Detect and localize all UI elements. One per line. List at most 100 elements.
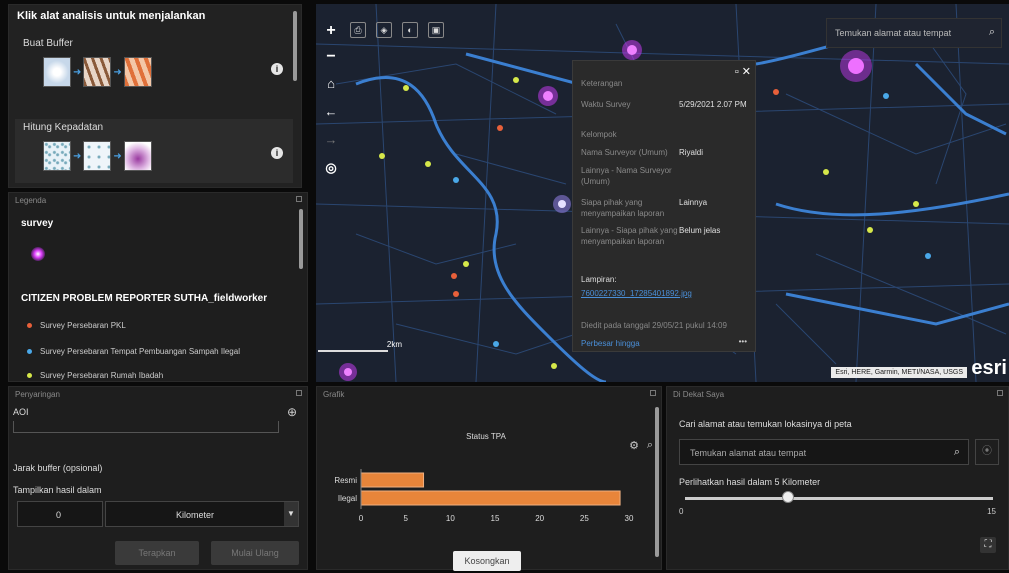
popup-value: Belum jelas — [679, 226, 721, 235]
attachment-label: Lampiran: — [581, 275, 617, 284]
x-tick-label: 10 — [446, 514, 455, 523]
arrow-icon: ➜ — [113, 66, 122, 78]
edited-info: Diedit pada tanggal 29/05/21 pukul 14:09 — [581, 321, 727, 330]
slider-min-label: 0 — [679, 507, 684, 516]
info-icon[interactable]: i — [271, 147, 283, 159]
legend-item: Survey Persebaran Tempat Pembuangan Samp… — [27, 347, 240, 356]
popup-header: Keterangan — [581, 79, 623, 88]
arrow-icon: ➜ — [73, 66, 82, 78]
analysis-heading: Klik alat analisis untuk menjalankan — [17, 10, 206, 22]
buffer-icon — [43, 57, 71, 87]
zoom-to-link[interactable]: Perbesar hingga — [581, 339, 640, 348]
near-me-search-input[interactable]: Temukan alamat atau tempat ⌕ — [679, 439, 969, 465]
bar-resmi[interactable] — [360, 472, 425, 488]
popup-key: Waktu Survey — [581, 100, 631, 109]
minimize-icon[interactable] — [296, 390, 302, 396]
apply-button[interactable]: Terapkan — [115, 541, 199, 565]
legend-item-label: Survey Persebaran Rumah Ibadah — [40, 371, 164, 380]
query-title: Penyaringan — [15, 390, 60, 399]
tool-thumbnails: ➜ ➜ — [43, 57, 152, 87]
map-search-placeholder: Temukan alamat atau tempat — [835, 28, 952, 38]
location-pin-icon[interactable]: ⦿ — [975, 439, 999, 465]
forward-arrow-icon[interactable]: → — [322, 132, 340, 147]
x-tick-label: 0 — [359, 514, 364, 523]
search-icon[interactable]: ⌕ — [989, 26, 995, 39]
blue-dot-icon — [27, 349, 32, 354]
map-view[interactable]: + − ⌂ ← → ◎ ⎙ ◈ ◐ ▣ Temukan alamat atau … — [316, 4, 1009, 382]
esri-logo: esri — [971, 357, 1007, 379]
more-icon[interactable]: ••• — [739, 337, 747, 346]
close-icon[interactable]: ▫ ✕ — [735, 65, 751, 78]
back-arrow-icon[interactable]: ← — [322, 104, 340, 119]
arrow-icon: ➜ — [113, 150, 122, 162]
locate-icon[interactable]: ◎ — [322, 160, 340, 176]
popup-value: 5/29/2021 2.07 PM — [679, 100, 747, 109]
minimize-icon[interactable] — [296, 196, 302, 202]
aoi-label: AOI — [13, 407, 29, 417]
zoom-icon[interactable]: ⌕ — [647, 439, 653, 452]
popup-key: Lainnya - Siapa pihak yang menyampaikan … — [581, 226, 678, 246]
popup-row: Lainnya - Nama Surveyor (Umum) — [581, 165, 751, 187]
x-tick-label: 15 — [491, 514, 500, 523]
map-attribution: Esri, HERE, Garmin, METI/NASA, USGS — [831, 367, 967, 378]
chart-panel: Grafik Status TPA Resmi Ilegal 0 5 10 15 20 25… — [316, 386, 662, 571]
fullscreen-icon[interactable]: ⛶ — [980, 537, 996, 553]
popup-key: Siapa pihak yang menyampaikan laporan — [581, 198, 665, 218]
clear-button[interactable]: Kosongkan — [453, 551, 521, 571]
home-icon[interactable]: ⌂ — [322, 76, 340, 91]
minimize-icon[interactable] — [997, 390, 1003, 396]
minimize-icon[interactable] — [650, 390, 656, 396]
legend-item-label: Survey Persebaran Tempat Pembuangan Samp… — [40, 347, 240, 356]
basemap-icon[interactable]: ◐ — [402, 22, 418, 38]
buffer-distance-input[interactable]: 0 — [17, 501, 103, 527]
aoi-input[interactable] — [13, 421, 279, 433]
tool-label: Buat Buffer — [23, 38, 73, 49]
scrollbar[interactable] — [293, 11, 297, 81]
radius-slider-thumb[interactable] — [781, 491, 794, 503]
popup-value: Lainnya — [679, 198, 708, 207]
x-tick-label: 5 — [403, 514, 408, 523]
gear-icon[interactable]: ⚙ — [629, 439, 639, 452]
select-icon[interactable]: ▣ — [428, 22, 444, 38]
print-icon[interactable]: ⎙ — [350, 22, 366, 38]
map-search-input[interactable]: Temukan alamat atau tempat ⌕ — [826, 18, 1002, 48]
attachment-link[interactable]: 7600227330_17285401892.jpg — [581, 289, 692, 298]
popup-row: Lainnya - Siapa pihak yang menyampaikan … — [581, 225, 751, 247]
chart-panel-title: Grafik — [323, 390, 345, 399]
bar-chart: Status TPA Resmi Ilegal 0 5 10 15 20 25 30 — [334, 432, 634, 523]
map-toolbar: ⎙ ◈ ◐ ▣ — [350, 22, 444, 38]
legend-item-label: Survey Persebaran PKL — [40, 321, 126, 330]
analysis-panel: Klik alat analisis untuk menjalankan Bua… — [8, 4, 302, 188]
chevron-down-icon[interactable]: ▼ — [284, 502, 298, 526]
scrollbar[interactable] — [655, 407, 659, 557]
radius-label: Perlihatkan hasil dalam 5 Kilometer — [679, 477, 821, 487]
zoom-search-icon[interactable]: ⊕ — [287, 405, 297, 419]
orange-dot-icon — [27, 323, 32, 328]
yellow-dot-icon — [27, 373, 32, 378]
chart-title: Status TPA — [466, 432, 506, 441]
feature-popup: Keterangan ▫ ✕ Waktu Survey 5/29/2021 2.0… — [572, 60, 756, 352]
tool-create-buffer[interactable]: Buat Buffer ➜ ➜ i — [15, 35, 293, 99]
unit-value: Kilometer — [176, 510, 215, 520]
info-icon[interactable]: i — [271, 63, 283, 75]
near-me-title: Di Dekat Saya — [673, 390, 725, 399]
popup-row: Siapa pihak yang menyampaikan laporan Lai… — [581, 197, 751, 219]
popup-row: Kelompok — [581, 129, 751, 140]
reset-button[interactable]: Mulai Ulang — [211, 541, 299, 565]
legend-title: Legenda — [15, 196, 47, 205]
buffer-result-icon — [123, 57, 152, 87]
tool-calculate-density[interactable]: Hitung Kepadatan ➜ ➜ i — [15, 119, 293, 183]
app-root: Klik alat analisis untuk menjalankan Bua… — [0, 0, 1009, 573]
bar-ilegal[interactable] — [360, 490, 621, 506]
scrollbar[interactable] — [299, 209, 303, 269]
near-me-prompt: Cari alamat atau temukan lokasinya di pe… — [679, 419, 852, 429]
unit-select[interactable]: Kilometer ▼ — [105, 501, 299, 527]
popup-key: Lainnya - Nama Surveyor (Umum) — [581, 166, 672, 186]
layers-icon[interactable]: ◈ — [376, 22, 392, 38]
search-icon[interactable]: ⌕ — [954, 446, 960, 459]
zoom-in-button[interactable]: + — [322, 22, 340, 40]
radius-slider-fill — [685, 497, 788, 500]
tool-label: Hitung Kepadatan — [23, 122, 104, 133]
show-results-label: Tampilkan hasil dalam — [13, 485, 102, 495]
zoom-out-button[interactable]: − — [322, 48, 340, 66]
